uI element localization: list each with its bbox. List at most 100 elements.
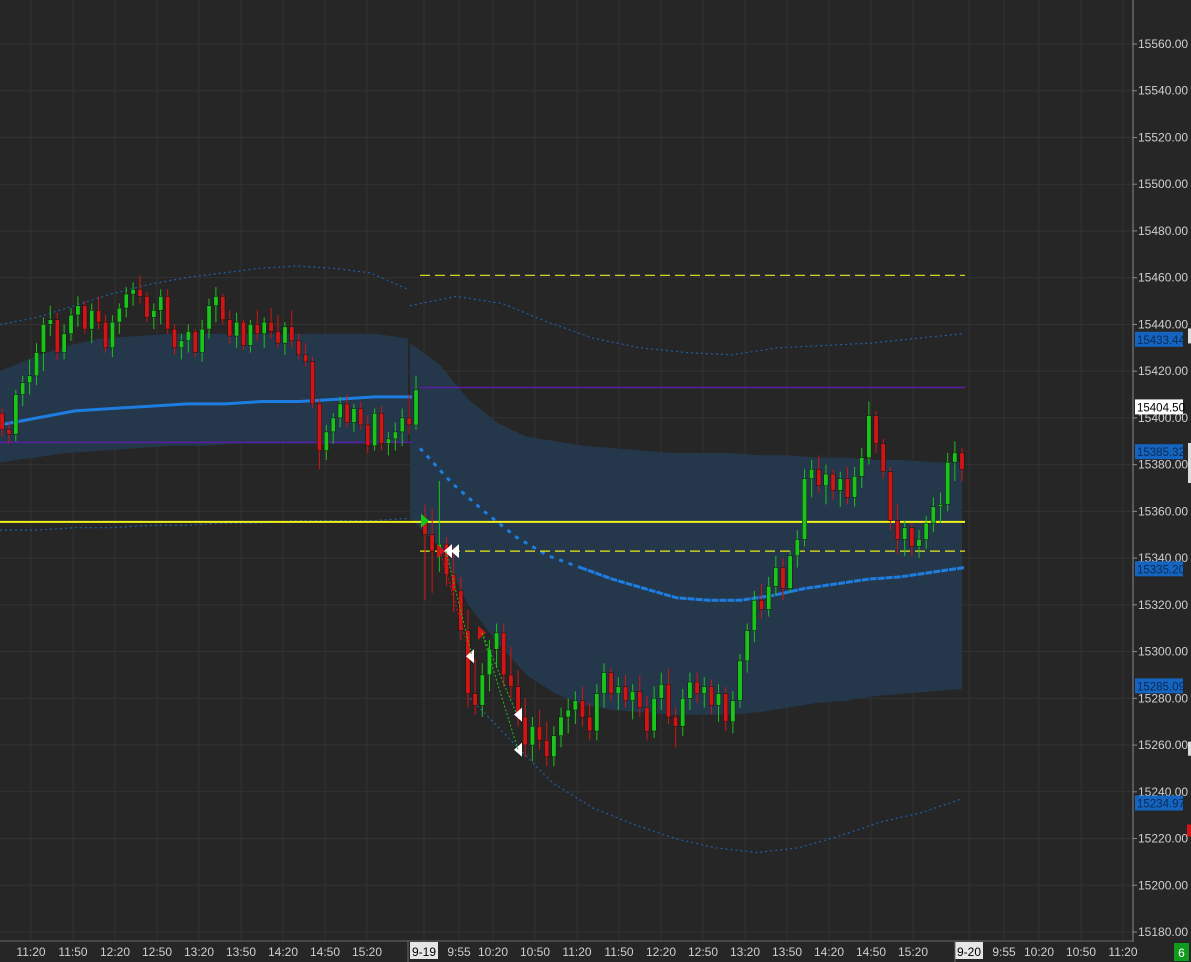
x-tick-label: 9:55 [992, 945, 1016, 959]
price-tag-label: 15404.50 [1137, 402, 1185, 414]
candle[interactable] [737, 653, 743, 708]
y-tick-label: 15460.00 [1138, 271, 1188, 285]
candle-body [766, 585, 772, 610]
candle-body [565, 709, 571, 718]
candle[interactable] [787, 551, 793, 594]
y-tick-label: 15320.00 [1138, 598, 1188, 612]
x-tick-label: 13:20 [184, 945, 214, 959]
candle-body [923, 522, 929, 540]
x-tick-label: 12:50 [688, 945, 718, 959]
x-tick-label: 13:50 [772, 945, 802, 959]
price-tag: 15433.44 [1135, 331, 1186, 347]
candle-body [572, 700, 578, 711]
candle[interactable] [54, 312, 60, 360]
x-tick-label: 11:50 [604, 945, 633, 959]
x-tick-label: 12:20 [646, 945, 676, 959]
candle-body [158, 296, 164, 311]
candle-body [794, 539, 800, 557]
price-tag-label: 15433.44 [1137, 335, 1186, 347]
x-tick-label: 11:20 [16, 945, 45, 959]
candle-body [351, 408, 357, 423]
date-badge-label: 9-19 [412, 945, 436, 959]
y-tick-label: 15360.00 [1138, 504, 1188, 518]
candle-body [787, 555, 793, 589]
x-tick-label: 13:20 [730, 945, 760, 959]
candle-body [137, 289, 143, 297]
candle-body [254, 324, 260, 334]
x-tick-label: 10:20 [1024, 945, 1054, 959]
candle-body [296, 340, 302, 356]
candle-body [358, 408, 364, 426]
candle-body [213, 296, 219, 306]
candle-body [580, 700, 585, 718]
candle-body [651, 698, 657, 732]
candle-body [41, 324, 46, 353]
candle-body [959, 452, 965, 470]
price-tag: 15285.09 [1135, 678, 1185, 694]
candle[interactable] [241, 319, 246, 351]
candle-body [241, 321, 246, 346]
y-tick-label: 15500.00 [1138, 177, 1188, 191]
candle-body [275, 331, 281, 344]
price-chart[interactable]: 15180.0015200.0015220.0015240.0015260.00… [0, 0, 1191, 962]
candle[interactable] [310, 357, 315, 409]
candle[interactable] [82, 301, 88, 334]
y-tick-label: 15520.00 [1138, 131, 1188, 145]
candle-body [479, 674, 485, 706]
candle-body [261, 321, 267, 335]
candle-body [558, 716, 564, 736]
candle-body [116, 307, 122, 323]
y-tick-label: 15200.00 [1138, 878, 1188, 892]
x-tick-label: 10:50 [520, 945, 550, 959]
candle-body [130, 289, 136, 295]
candle-body [508, 674, 514, 687]
candle-body [687, 681, 693, 699]
y-tick-label: 15220.00 [1138, 832, 1188, 846]
corner-badge[interactable]: 6 [1174, 943, 1189, 961]
candle[interactable] [372, 408, 378, 451]
x-tick-label: 9:55 [447, 945, 471, 959]
candle-body [587, 716, 593, 732]
y-tick-label: 15300.00 [1138, 645, 1188, 659]
candle-body [172, 328, 177, 349]
x-tick-label: 15:20 [352, 945, 382, 959]
candle-body [895, 520, 900, 540]
candle-body [601, 672, 607, 694]
candle-body [859, 457, 865, 477]
candle-body [399, 417, 405, 433]
candle-body [630, 691, 636, 701]
candle-body [537, 726, 542, 741]
x-tick-label: 13:50 [226, 945, 256, 959]
candle[interactable] [144, 291, 150, 323]
y-tick-label: 15560.00 [1138, 37, 1188, 51]
candle-body [501, 632, 507, 676]
candle-body [68, 314, 74, 335]
candle-body [386, 438, 391, 444]
x-tick-label: 11:20 [1108, 945, 1137, 959]
candle-body [289, 326, 295, 342]
candle-body [344, 403, 350, 423]
candle-body [61, 333, 67, 353]
candle-body [372, 412, 378, 447]
candle-body [837, 478, 843, 491]
candle-body [637, 691, 643, 708]
candle-body [13, 394, 19, 435]
candle-body [185, 331, 191, 341]
candle-body [529, 726, 535, 746]
candle-body [27, 375, 33, 384]
candle-body [406, 417, 412, 426]
price-tag: 15404.50 [1135, 399, 1185, 415]
candle-body [773, 567, 779, 587]
y-tick-label: 15380.00 [1138, 458, 1188, 472]
candle-body [608, 672, 614, 694]
candle[interactable] [220, 294, 226, 325]
candle-body [680, 698, 686, 727]
candle-body [20, 382, 26, 395]
candle-body [623, 686, 628, 701]
candle-body [234, 321, 240, 337]
candle[interactable] [13, 389, 19, 442]
candle[interactable] [802, 469, 807, 547]
candle-body [744, 630, 750, 662]
candle[interactable] [887, 466, 893, 531]
x-tick-label: 12:50 [142, 945, 172, 959]
